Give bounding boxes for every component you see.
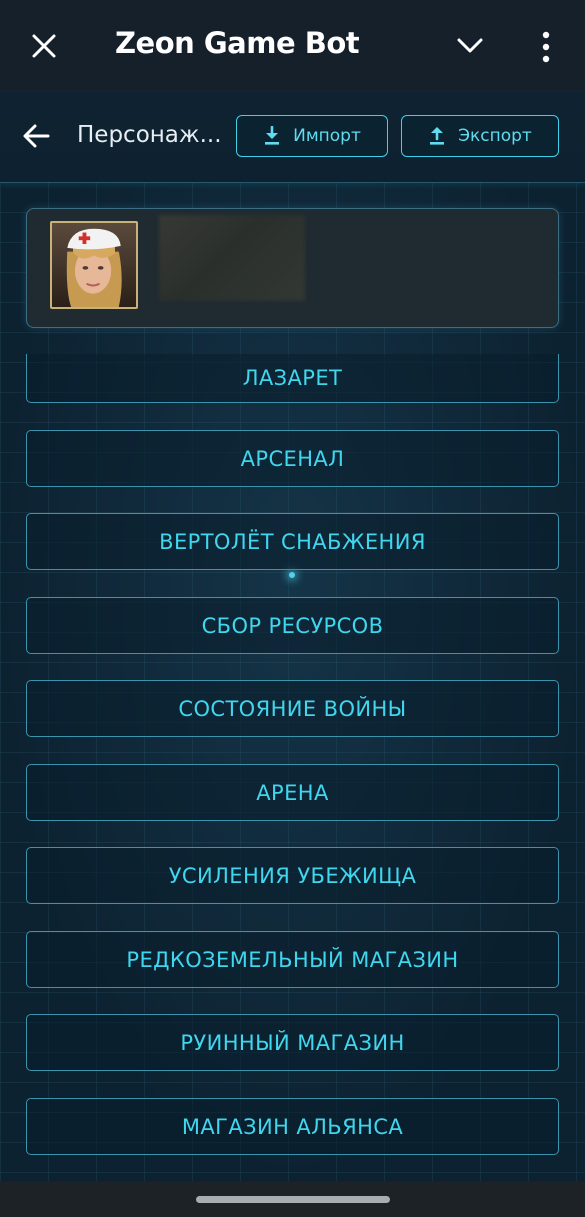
chevron-down-icon[interactable] — [455, 34, 485, 58]
menu-item-supply-helicopter[interactable]: ВЕРТОЛЁТ СНАБЖЕНИЯ — [26, 513, 559, 570]
arrow-left-icon[interactable] — [20, 120, 52, 152]
menu-item-label: СБОР РЕСУРСОВ — [201, 613, 384, 638]
blurred-name — [159, 215, 305, 301]
menu-item-resource-gathering[interactable]: СБОР РЕСУРСОВ — [26, 597, 559, 654]
character-header: Персонаж... Импорт Экспорт — [0, 92, 585, 183]
menu-item-label: АРЕНА — [256, 780, 329, 805]
gesture-handle[interactable] — [196, 1196, 390, 1203]
app-title: Zeon Game Bot — [115, 26, 360, 60]
menu-item-label: УСИЛЕНИЯ УБЕЖИЩА — [168, 863, 417, 888]
import-button[interactable]: Импорт — [236, 115, 388, 157]
menu-item-label: РУИННЫЙ МАГАЗИН — [180, 1030, 405, 1055]
menu-item-infirmary[interactable]: ЛАЗАРЕТ — [26, 354, 559, 403]
close-icon[interactable] — [28, 30, 60, 62]
menu-item-label: РЕДКОЗЕМЕЛЬНЫЙ МАГАЗИН — [126, 947, 459, 972]
menu-item-alliance-shop[interactable]: МАГАЗИН АЛЬЯНСА — [26, 1098, 559, 1155]
menu-item-war-state[interactable]: СОСТОЯНИЕ ВОЙНЫ — [26, 680, 559, 737]
app-bar: Zeon Game Bot — [0, 0, 585, 92]
export-button[interactable]: Экспорт — [401, 115, 559, 157]
menu-item-label: СОСТОЯНИЕ ВОЙНЫ — [178, 696, 407, 721]
menu-item-ruins-shop[interactable]: РУИННЫЙ МАГАЗИН — [26, 1014, 559, 1071]
character-title: Персонаж... — [77, 122, 222, 148]
menu-item-shelter-boosts[interactable]: УСИЛЕНИЯ УБЕЖИЩА — [26, 847, 559, 904]
menu-item-label: АРСЕНАЛ — [240, 446, 345, 471]
nurse-avatar — [50, 221, 138, 309]
grid-glow — [289, 572, 295, 578]
menu-item-label: ЛАЗАРЕТ — [242, 366, 343, 390]
app-screen: Zeon Game Bot Персонаж... Импорт Экспорт… — [0, 0, 585, 1217]
main-content: Персонаж... Импорт Экспорт ЛАЗАРЕТ АРСЕН… — [0, 92, 585, 1181]
export-label: Экспорт — [458, 126, 532, 146]
menu-item-arsenal[interactable]: АРСЕНАЛ — [26, 430, 559, 487]
menu-item-rare-earth-shop[interactable]: РЕДКОЗЕМЕЛЬНЫЙ МАГАЗИН — [26, 931, 559, 988]
import-label: Импорт — [293, 126, 361, 146]
menu-item-label: МАГАЗИН АЛЬЯНСА — [181, 1114, 404, 1139]
upload-icon — [430, 127, 445, 145]
download-icon — [265, 126, 280, 145]
menu-item-label: ВЕРТОЛЁТ СНАБЖЕНИЯ — [159, 529, 426, 554]
more-vert-icon[interactable] — [533, 30, 559, 64]
menu-item-arena[interactable]: АРЕНА — [26, 764, 559, 821]
profile-card[interactable] — [26, 208, 559, 328]
navigation-bar — [0, 1181, 585, 1217]
